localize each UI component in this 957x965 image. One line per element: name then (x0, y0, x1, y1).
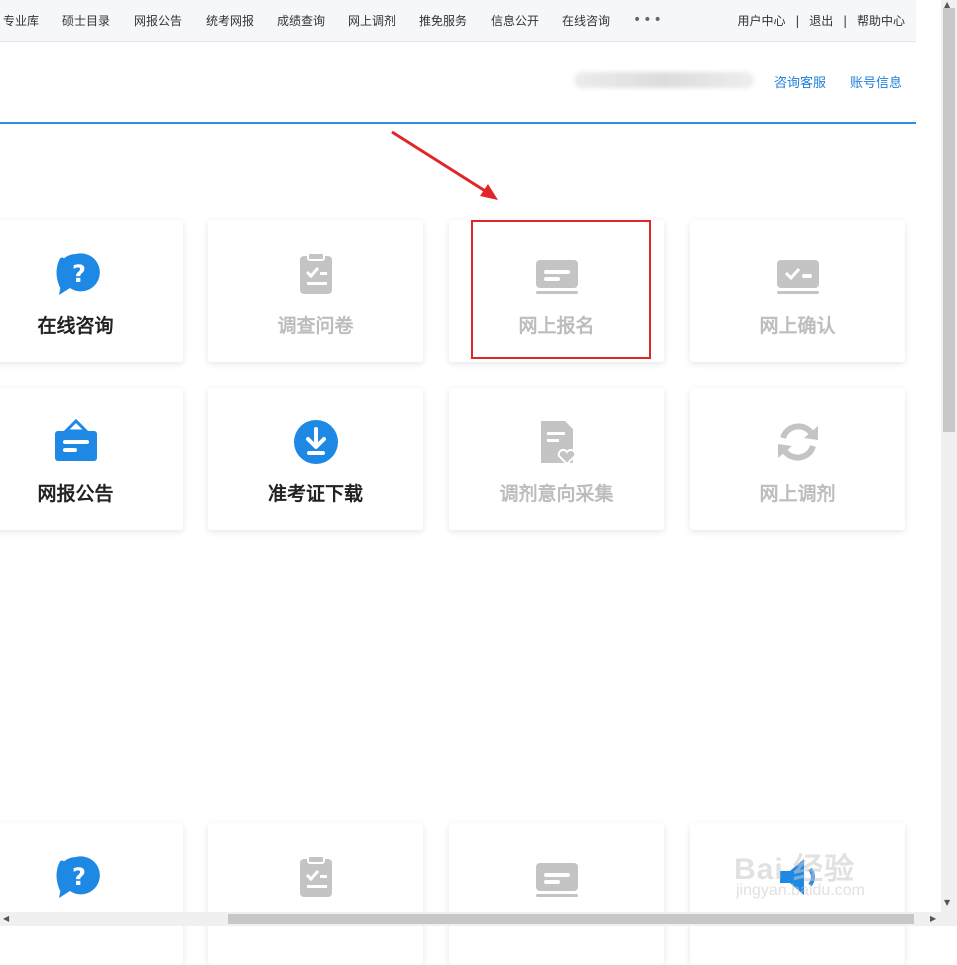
card-online-adjustment[interactable]: 网上调剂 (690, 388, 905, 530)
scroll-right-arrow-icon[interactable]: ▶ (930, 914, 936, 923)
card-online-consultation[interactable]: ? 在线咨询 (0, 220, 183, 362)
logout-link[interactable]: 退出 (809, 14, 833, 28)
card-label: 准考证下载 (267, 483, 363, 505)
check-card-icon (776, 260, 819, 294)
nav-item-master-catalog[interactable]: 硕士目录 (62, 13, 110, 29)
card-admission-ticket-download[interactable]: 准考证下载 (208, 388, 423, 530)
card-label: 网上调剂 (759, 483, 836, 505)
watermark-sub: jingyan.baidu.com (736, 882, 865, 899)
annotation-arrow-icon (391, 130, 498, 200)
download-circle-icon (293, 420, 338, 464)
user-name: chsi_xxxxxxxxxxxxxx (574, 72, 754, 88)
vertical-scrollbar[interactable]: ▲ ▼ (941, 0, 957, 926)
user-center-link[interactable]: 用户中心 (738, 14, 786, 28)
top-navigation-bar: 专业库 硕士目录 网报公告 统考网报 成绩查询 网上调剂 推免服务 信息公开 在… (0, 0, 916, 42)
consult-service-link[interactable]: 咨询客服 (774, 72, 826, 91)
card-label: 调剂意向采集 (499, 483, 614, 505)
nav-item-registration-notice[interactable]: 网报公告 (134, 13, 182, 29)
nav-item-online-adjustment[interactable]: 网上调剂 (348, 13, 396, 29)
card-survey-repeat[interactable] (208, 823, 423, 965)
separator: | (843, 14, 848, 28)
card-online-confirmation[interactable]: 网上确认 (690, 220, 905, 362)
card-online-consultation-repeat[interactable]: ? (0, 823, 183, 965)
notice-board-icon (54, 418, 97, 461)
account-info-link[interactable]: 账号信息 (850, 72, 902, 91)
separator: | (795, 14, 800, 28)
card-label: 网报公告 (37, 483, 114, 505)
horizontal-scroll-thumb[interactable] (228, 914, 914, 924)
svg-text:?: ? (72, 863, 86, 891)
nav-item-major-library[interactable]: 专业库 (3, 13, 39, 29)
horizontal-scrollbar[interactable]: ◀ ▶ (0, 912, 941, 926)
card-registration-repeat[interactable] (449, 823, 664, 965)
card-label: 调查问卷 (277, 315, 354, 337)
more-menu-icon[interactable]: ••• (633, 12, 664, 28)
nav-item-exemption-service[interactable]: 推免服务 (419, 13, 467, 29)
baidu-jingyan-watermark: Bai 经验 jingyan.baidu.com (730, 822, 910, 910)
clipboard-check-icon (299, 855, 332, 897)
page-header: chsi_xxxxxxxxxxxxxx 咨询客服 账号信息 (0, 42, 916, 124)
nav-item-score-query[interactable]: 成绩查询 (277, 13, 325, 29)
user-links: 用户中心 | 退出 | 帮助中心 (735, 13, 908, 29)
card-registration-notice[interactable]: 网报公告 (0, 388, 183, 530)
card-survey[interactable]: 调查问卷 (208, 220, 423, 362)
highlight-annotation-box (471, 220, 651, 359)
question-bubble-icon: ? (56, 856, 100, 898)
vertical-scroll-thumb[interactable] (943, 8, 955, 432)
card-adjustment-intention[interactable]: 调剂意向采集 (449, 388, 664, 530)
doc-heart-icon (540, 421, 576, 466)
nav-item-online-consultation[interactable]: 在线咨询 (562, 13, 610, 29)
nav-item-information-disclosure[interactable]: 信息公开 (491, 13, 539, 29)
scroll-left-arrow-icon[interactable]: ◀ (3, 914, 9, 923)
question-bubble-icon: ? (56, 253, 100, 295)
scroll-down-arrow-icon[interactable]: ▼ (944, 898, 950, 907)
nav-item-unified-exam-registration[interactable]: 统考网报 (206, 13, 254, 29)
help-center-link[interactable]: 帮助中心 (857, 14, 905, 28)
clipboard-check-icon (299, 252, 332, 294)
svg-text:?: ? (72, 260, 86, 288)
card-label: 网上确认 (759, 315, 836, 337)
card-form-icon (535, 863, 578, 897)
card-label: 在线咨询 (37, 315, 114, 337)
refresh-icon (777, 423, 818, 461)
